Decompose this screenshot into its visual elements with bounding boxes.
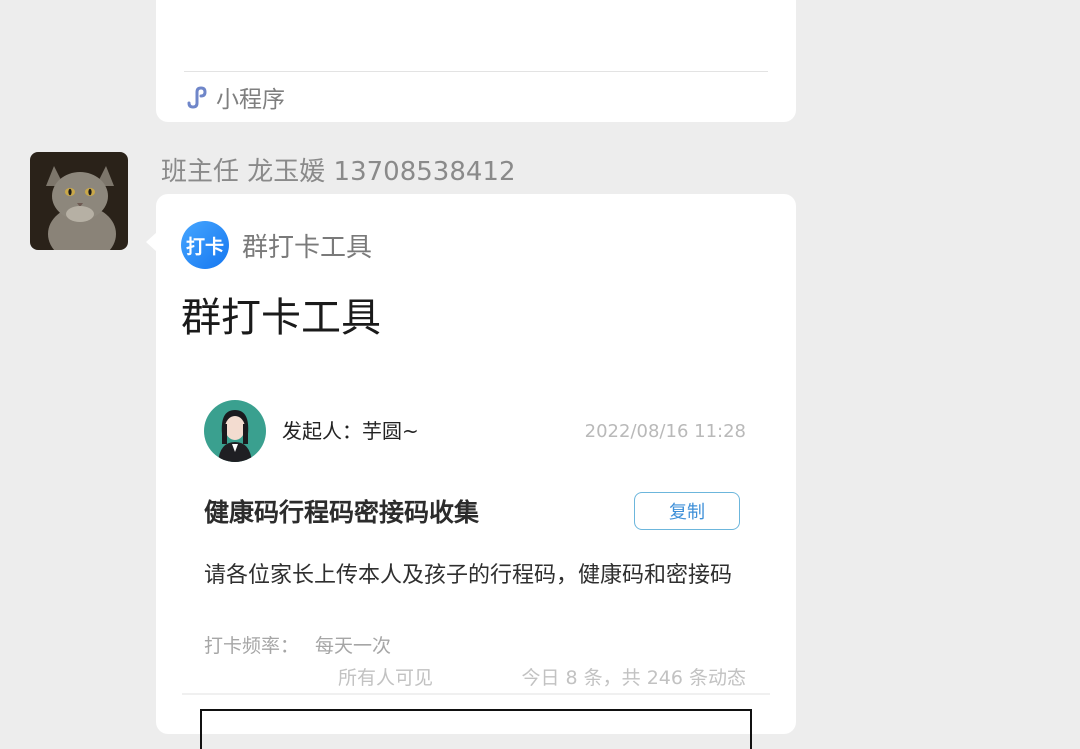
- previous-mini-program-card[interactable]: 小程序: [156, 0, 796, 122]
- sender-name: 班主任 龙玉媛 13708538412: [161, 157, 516, 187]
- initiator-avatar: [204, 400, 266, 462]
- card-divider: [184, 71, 768, 72]
- mini-program-link-icon: [187, 86, 207, 109]
- activity-stats: 今日 8 条，共 246 条动态: [521, 667, 746, 689]
- mini-program-footer: 小程序: [184, 80, 285, 114]
- frequency-value: 每天一次: [315, 635, 392, 657]
- sender-avatar[interactable]: [30, 152, 128, 250]
- task-description: 请各位家长上传本人及孩子的行程码，健康码和密接码: [204, 563, 733, 588]
- check-in-card[interactable]: 打卡 群打卡工具 群打卡工具 发起人：芋圆~ 2022/08/16 11:28 …: [156, 194, 796, 749]
- card-divider: [182, 693, 770, 695]
- post-timestamp: 2022/08/16 11:28: [584, 421, 746, 442]
- mini-program-label: 小程序: [216, 87, 285, 113]
- check-in-app-icon: 打卡: [181, 221, 229, 269]
- task-title: 健康码行程码密接码收集: [204, 498, 480, 527]
- frequency-label: 打卡频率：: [204, 635, 300, 657]
- copy-button[interactable]: 复制: [634, 492, 740, 530]
- card-title: 群打卡工具: [181, 295, 381, 341]
- app-name: 群打卡工具: [242, 232, 373, 263]
- action-box[interactable]: [200, 709, 752, 749]
- initiator-name: 发起人：芋圆~: [282, 419, 419, 443]
- frequency-row: 打卡频率： 每天一次: [204, 632, 391, 660]
- cat-avatar-icon: [30, 152, 128, 250]
- woman-avatar-icon: [204, 400, 266, 462]
- app-header: 打卡 群打卡工具: [181, 221, 372, 269]
- visibility-text: 所有人可见: [338, 667, 434, 689]
